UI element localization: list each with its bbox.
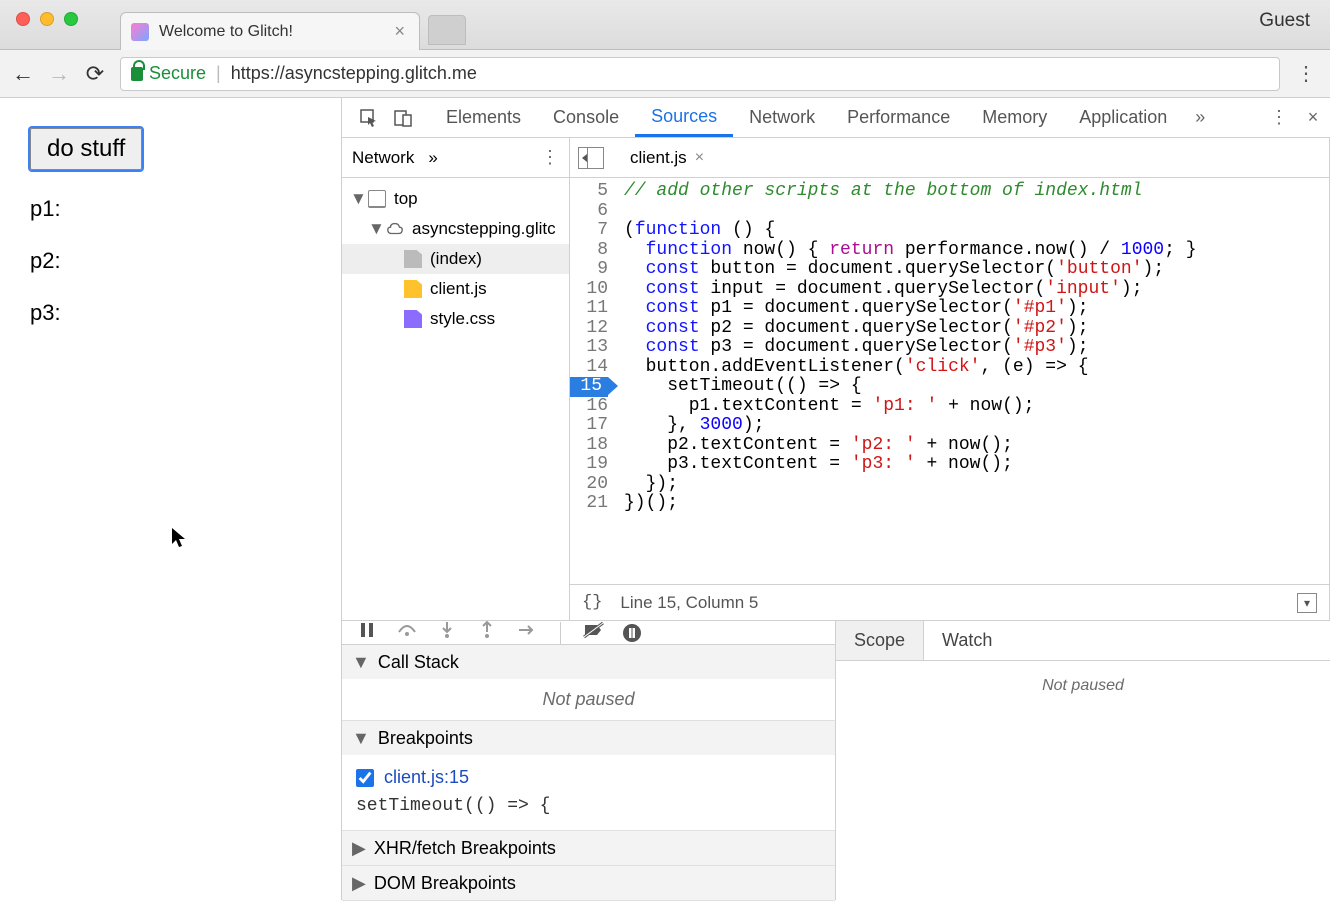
- rendered-page: do stuff p1: p2: p3:: [0, 98, 342, 900]
- close-tab-icon[interactable]: ×: [394, 21, 405, 42]
- toggle-navigator-icon[interactable]: [578, 147, 604, 169]
- scope-watch-tabs: Scope Watch: [836, 621, 1330, 661]
- lock-icon: [131, 67, 143, 81]
- inspect-element-icon[interactable]: [352, 98, 386, 137]
- tab-console[interactable]: Console: [537, 98, 635, 137]
- more-tabs-icon[interactable]: »: [1183, 98, 1217, 137]
- debugger-panes: ▼Call Stack Not paused ▼Breakpoints clie…: [342, 620, 1330, 900]
- document-icon: [404, 250, 422, 268]
- callstack-body: Not paused: [342, 679, 835, 720]
- tab-title: Welcome to Glitch!: [159, 23, 384, 41]
- forward-button[interactable]: →: [48, 61, 70, 87]
- tab-network[interactable]: Network: [733, 98, 831, 137]
- url-text: https://asyncstepping.glitch.me: [231, 63, 477, 84]
- reload-button[interactable]: ⟳: [84, 61, 106, 87]
- favicon-icon: [131, 23, 149, 41]
- xhr-breakpoints-section: ▶XHR/fetch Breakpoints: [342, 831, 835, 866]
- tab-watch[interactable]: Watch: [924, 621, 1010, 660]
- step-icon[interactable]: [516, 622, 538, 643]
- tree-domain[interactable]: ▼ asyncstepping.glitc: [342, 214, 569, 244]
- tab-memory[interactable]: Memory: [966, 98, 1063, 137]
- traffic-lights: [16, 12, 78, 26]
- callstack-section: ▼Call Stack Not paused: [342, 645, 835, 721]
- browser-toolbar: ← → ⟳ Secure | https://asyncstepping.gli…: [0, 50, 1330, 98]
- p3-text: p3:: [30, 300, 311, 326]
- breakpoint-row[interactable]: client.js:15: [354, 761, 823, 794]
- devtools-close-icon[interactable]: ×: [1296, 98, 1330, 137]
- secure-indicator: Secure: [131, 63, 206, 84]
- css-file-icon: [404, 310, 422, 328]
- dom-breakpoints-section: ▶DOM Breakpoints: [342, 866, 835, 901]
- close-file-icon[interactable]: ×: [695, 149, 704, 167]
- tab-elements[interactable]: Elements: [430, 98, 537, 137]
- step-into-icon[interactable]: [436, 621, 458, 644]
- minimize-window-icon[interactable]: [40, 12, 54, 26]
- tab-scope[interactable]: Scope: [836, 621, 924, 660]
- deactivate-breakpoints-icon[interactable]: [583, 621, 605, 644]
- file-tree: ▼top ▼ asyncstepping.glitc (index) clien…: [342, 178, 569, 620]
- p2-text: p2:: [30, 248, 311, 274]
- mouse-cursor-icon: [172, 528, 186, 548]
- cloud-icon: [386, 220, 404, 238]
- breakpoint-location: client.js:15: [384, 767, 469, 788]
- step-over-icon[interactable]: [396, 622, 418, 643]
- breakpoints-section: ▼Breakpoints client.js:15 setTimeout(() …: [342, 721, 835, 831]
- debugger-toolbar: [342, 621, 835, 645]
- code-editor[interactable]: 56789101112131415161718192021 // add oth…: [570, 178, 1329, 584]
- breakpoint-code: setTimeout(() => {: [354, 794, 823, 824]
- dom-breakpoints-header[interactable]: ▶DOM Breakpoints: [342, 866, 835, 900]
- scope-body: Not paused: [836, 661, 1330, 900]
- window-titlebar: Welcome to Glitch! × Guest: [0, 0, 1330, 50]
- tab-sources[interactable]: Sources: [635, 98, 733, 137]
- browser-menu-button[interactable]: ⋮: [1294, 61, 1318, 86]
- code-editor-panel: client.js × 5678910111213141516171819202…: [570, 138, 1330, 620]
- navigator-menu-icon[interactable]: ⋮: [541, 147, 559, 168]
- xhr-breakpoints-header[interactable]: ▶XHR/fetch Breakpoints: [342, 831, 835, 865]
- breakpoint-checkbox[interactable]: [356, 769, 374, 787]
- navigator-tab-network[interactable]: Network: [352, 148, 414, 168]
- tab-performance[interactable]: Performance: [831, 98, 966, 137]
- editor-statusbar: {} Line 15, Column 5 ▾: [570, 584, 1329, 620]
- close-window-icon[interactable]: [16, 12, 30, 26]
- navigator-more-tabs-icon[interactable]: »: [428, 148, 437, 168]
- tree-file-clientjs[interactable]: client.js: [342, 274, 569, 304]
- pretty-print-icon[interactable]: {}: [582, 593, 602, 612]
- devtools-tabbar: Elements Console Sources Network Perform…: [342, 98, 1330, 138]
- tree-file-index[interactable]: (index): [342, 244, 569, 274]
- address-bar[interactable]: Secure | https://asyncstepping.glitch.me: [120, 57, 1280, 91]
- devtools: Elements Console Sources Network Perform…: [342, 98, 1330, 900]
- secure-label: Secure: [149, 63, 206, 84]
- toggle-details-icon[interactable]: ▾: [1297, 593, 1317, 613]
- step-out-icon[interactable]: [476, 621, 498, 644]
- callstack-header[interactable]: ▼Call Stack: [342, 645, 835, 679]
- cursor-position: Line 15, Column 5: [620, 593, 758, 613]
- file-tab-clientjs[interactable]: client.js ×: [624, 144, 710, 172]
- p1-text: p1:: [30, 196, 311, 222]
- device-toolbar-icon[interactable]: [386, 98, 420, 137]
- sources-navigator: Network » ⋮ ▼top ▼ asyncstepping.glitc (…: [342, 138, 570, 620]
- folder-icon: [368, 190, 386, 208]
- js-file-icon: [404, 280, 422, 298]
- tree-file-stylecss[interactable]: style.css: [342, 304, 569, 334]
- profile-guest-label[interactable]: Guest: [1259, 10, 1310, 32]
- breakpoints-header[interactable]: ▼Breakpoints: [342, 721, 835, 755]
- tree-root[interactable]: ▼top: [342, 184, 569, 214]
- pause-resume-icon[interactable]: [356, 622, 378, 643]
- pause-on-exceptions-icon[interactable]: [623, 624, 641, 642]
- do-stuff-button[interactable]: do stuff: [30, 128, 142, 170]
- browser-tab[interactable]: Welcome to Glitch! ×: [120, 12, 420, 50]
- back-button[interactable]: ←: [12, 61, 34, 87]
- devtools-menu-icon[interactable]: ⋮: [1262, 98, 1296, 137]
- tab-application[interactable]: Application: [1063, 98, 1183, 137]
- maximize-window-icon[interactable]: [64, 12, 78, 26]
- new-tab-button[interactable]: [428, 15, 466, 45]
